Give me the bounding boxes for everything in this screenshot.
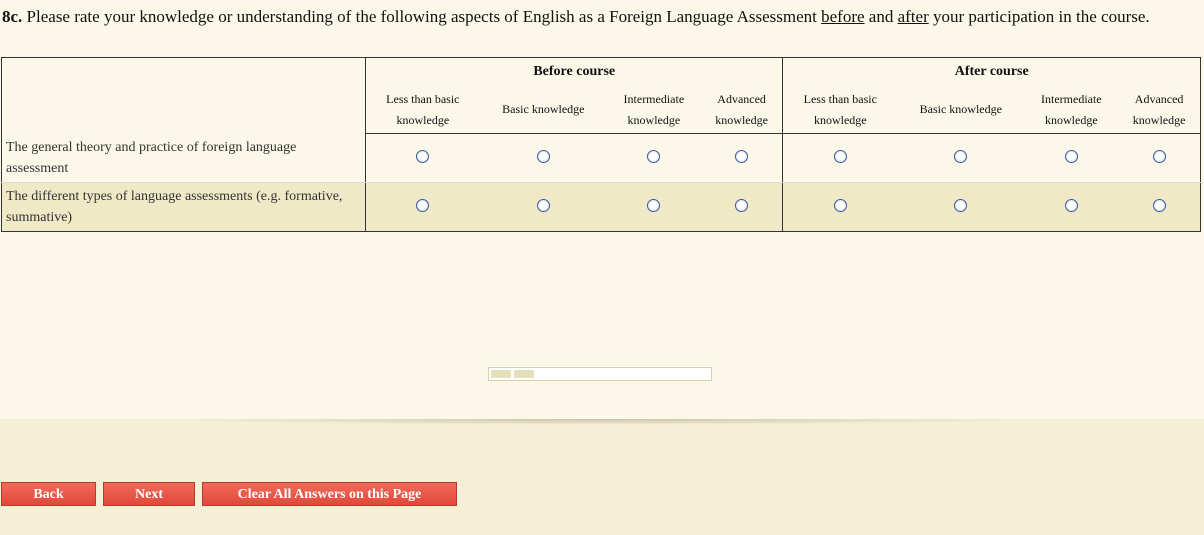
radio-after-less-than-basic[interactable] xyxy=(833,198,847,212)
rating-grid: Before course After course Less than bas… xyxy=(1,57,1201,232)
footer-divider xyxy=(160,419,1040,425)
col-header-less-than-basic: Less than basic knowledge xyxy=(782,86,898,134)
question-text-end: your participation in the course. xyxy=(928,7,1150,26)
next-button[interactable]: Next xyxy=(103,482,195,506)
emphasis-after: after xyxy=(897,7,929,26)
row-label: The different types of language assessme… xyxy=(1,182,366,232)
clear-answers-button[interactable]: Clear All Answers on this Page xyxy=(202,482,457,506)
radio-cell xyxy=(365,182,480,232)
col-header-basic: Basic knowledge xyxy=(479,86,607,134)
group-after-course: After course xyxy=(954,64,1029,79)
col-header-intermediate: Intermediate knowledge xyxy=(606,86,701,134)
radio-before-less-than-basic[interactable] xyxy=(416,149,430,163)
radio-cell xyxy=(479,133,607,183)
col-header-advanced: Advanced knowledge xyxy=(1118,86,1201,134)
radio-after-less-than-basic[interactable] xyxy=(833,149,847,163)
group-before-course: Before course xyxy=(365,57,784,86)
radio-after-intermediate[interactable] xyxy=(1064,198,1078,212)
radio-cell xyxy=(365,133,480,183)
radio-cell xyxy=(897,133,1025,183)
radio-after-basic[interactable] xyxy=(954,149,968,163)
row-label: The general theory and practice of forei… xyxy=(1,133,366,183)
question-text: 8c. Please rate your knowledge or unders… xyxy=(2,6,1182,27)
radio-cell xyxy=(606,182,701,232)
radio-cell xyxy=(1024,133,1119,183)
radio-cell xyxy=(606,133,701,183)
radio-before-advanced[interactable] xyxy=(735,149,749,163)
radio-after-intermediate[interactable] xyxy=(1064,149,1078,163)
table-row: The general theory and practice of forei… xyxy=(1,133,1201,183)
table-row: The different types of language assessme… xyxy=(1,182,1201,232)
radio-cell xyxy=(700,133,784,183)
radio-before-advanced[interactable] xyxy=(735,198,749,212)
col-header-advanced: Advanced knowledge xyxy=(700,86,784,134)
footer: Back Next Clear All Answers on this Page xyxy=(0,419,1204,535)
radio-after-advanced[interactable] xyxy=(1152,149,1166,163)
radio-after-basic[interactable] xyxy=(954,198,968,212)
radio-cell xyxy=(700,182,784,232)
radio-cell xyxy=(782,133,898,183)
col-header-less-than-basic: Less than basic knowledge xyxy=(365,86,480,134)
radio-cell xyxy=(897,182,1025,232)
radio-before-intermediate[interactable] xyxy=(647,149,661,163)
radio-cell xyxy=(1024,182,1119,232)
radio-before-intermediate[interactable] xyxy=(647,198,661,212)
radio-cell xyxy=(1118,133,1201,183)
back-button[interactable]: Back xyxy=(1,482,96,506)
radio-cell xyxy=(479,182,607,232)
emphasis-before: before xyxy=(821,7,865,26)
radio-cell xyxy=(1118,182,1201,232)
progress-bar xyxy=(488,367,712,381)
col-header-basic: Basic knowledge xyxy=(897,86,1025,134)
radio-before-basic[interactable] xyxy=(536,149,550,163)
question-text-and: and xyxy=(864,7,898,26)
col-header-intermediate: Intermediate knowledge xyxy=(1024,86,1119,134)
radio-cell xyxy=(782,182,898,232)
group-header-row: Before course After course xyxy=(1,57,1201,134)
question-number: 8c. xyxy=(2,7,23,26)
grid-corner xyxy=(1,57,366,134)
radio-before-less-than-basic[interactable] xyxy=(416,198,430,212)
radio-after-advanced[interactable] xyxy=(1152,198,1166,212)
question-text-part1: Please rate your knowledge or understand… xyxy=(22,7,822,26)
progress-bar-fill xyxy=(491,370,535,378)
radio-before-basic[interactable] xyxy=(536,198,550,212)
